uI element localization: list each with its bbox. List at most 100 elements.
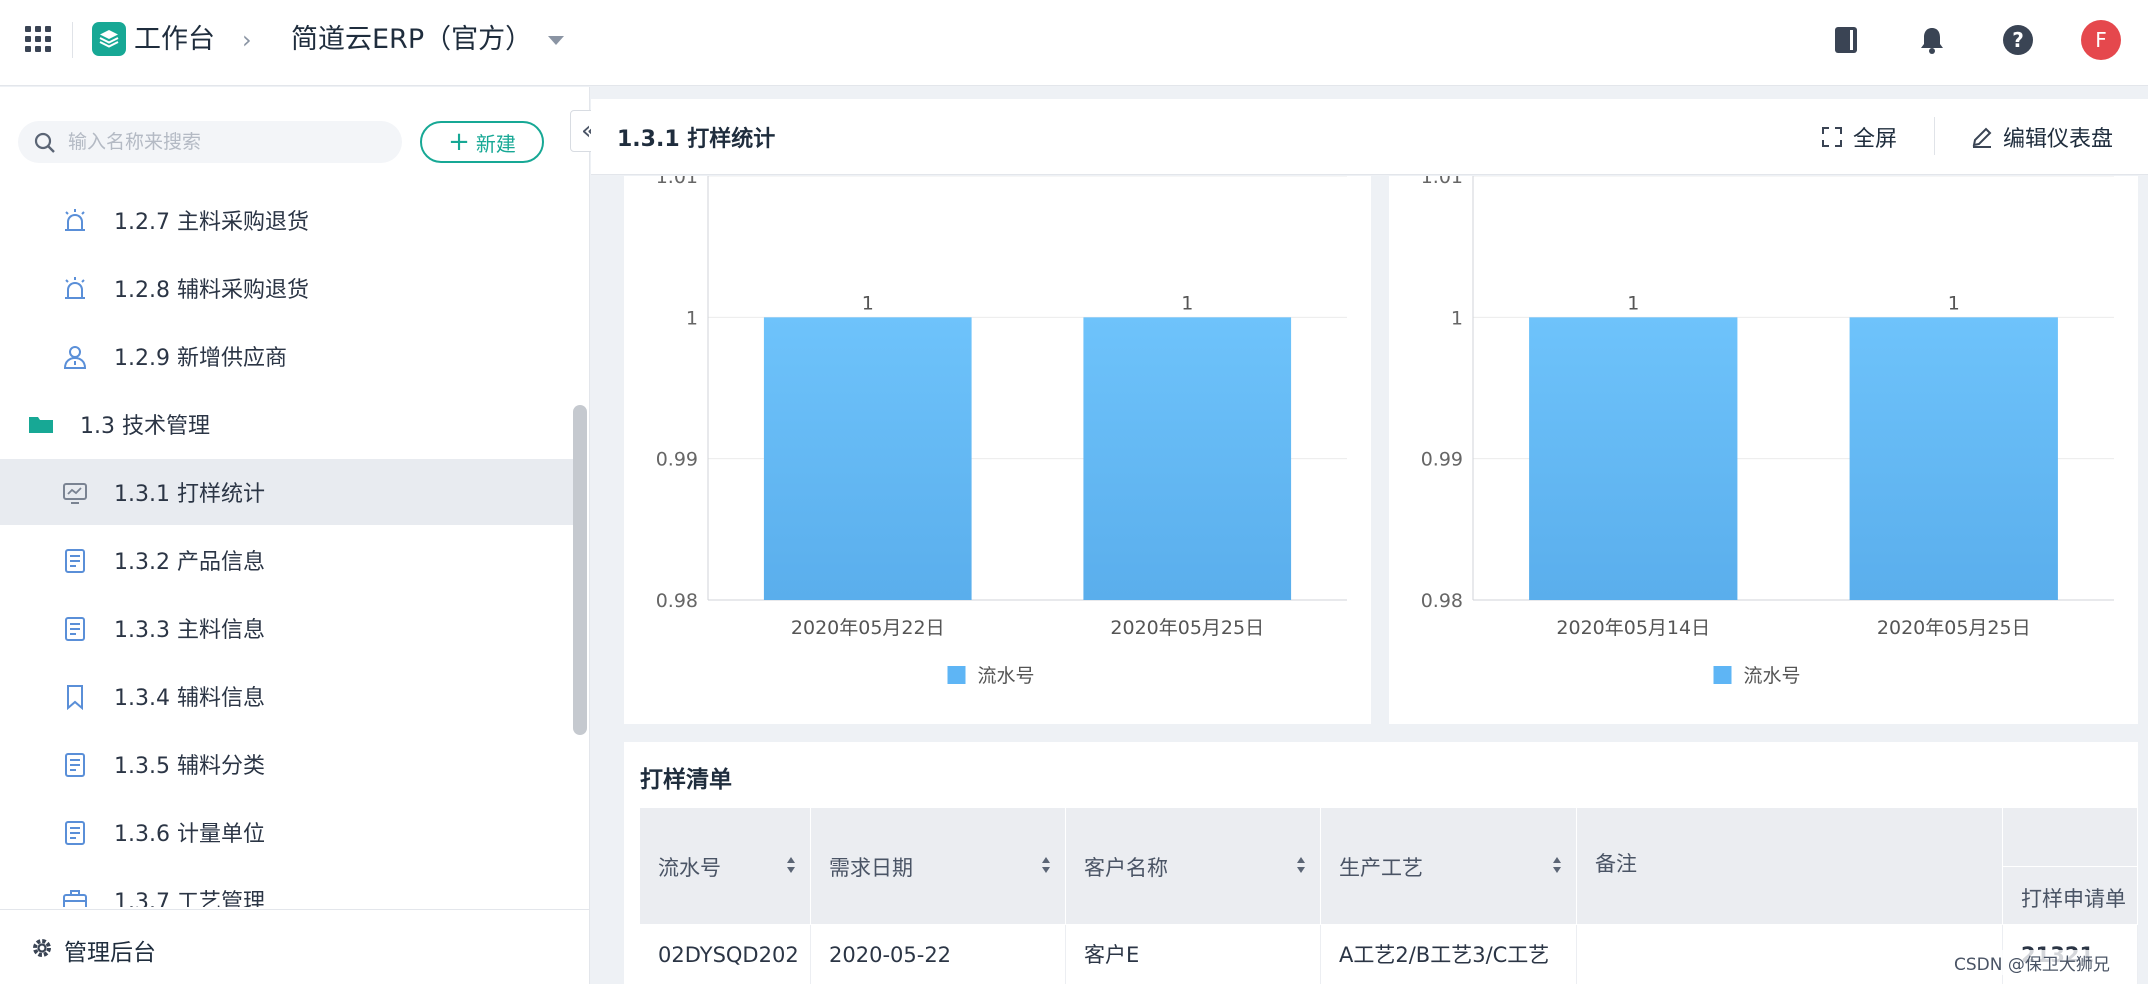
table-cell[interactable]: A工艺2/B工艺3/C工艺 — [1321, 925, 1577, 984]
user-avatar[interactable]: F — [2081, 20, 2121, 60]
y-tick-label: 1.01 — [656, 176, 698, 188]
table-cell[interactable]: 2020-05-22 — [811, 925, 1066, 984]
bar-chart-1: 0.98 0.99 1 1.01 1 2020年05月22日 1 2020年05月25日流水号 — [656, 176, 1347, 687]
legend-label: 流水号 — [978, 665, 1035, 687]
dashboard-header: 1.3.1 打样统计 全屏 编辑仪表盘 — [591, 99, 2148, 175]
legend-label: 流水号 — [1744, 665, 1801, 687]
sidebar-item-main-material-info[interactable]: 1.3.3 主料信息 — [0, 595, 575, 661]
sidebar-group-label: 1.3 技术管理 — [80, 414, 210, 439]
admin-console-label: 管理后台 — [64, 940, 156, 966]
gear-icon — [33, 939, 51, 957]
sidebar-item-label: 1.3.3 主料信息 — [114, 618, 265, 643]
y-tick-label: 1 — [1451, 307, 1463, 329]
help-icon[interactable]: ? — [1998, 20, 2038, 60]
bar — [763, 317, 972, 600]
top-bar: 工作台 › 简道云ERP（官方） ? F — [0, 0, 2148, 86]
sidebar-item-new-supplier[interactable]: 1.2.9 新增供应商 — [0, 323, 575, 389]
fullscreen-label: 全屏 — [1853, 127, 1898, 152]
app-name[interactable]: 简道云ERP（官方） — [291, 22, 532, 58]
admin-console-link[interactable]: 管理后台 — [0, 909, 589, 984]
form-icon — [65, 617, 85, 641]
svg-text:?: ? — [2012, 28, 2024, 52]
search-input[interactable] — [68, 121, 388, 163]
alarm-icon — [65, 277, 85, 299]
sidebar-item-main-material-return[interactable]: 1.2.7 主料采购退货 — [0, 187, 575, 253]
apps-grid-icon[interactable] — [25, 26, 51, 52]
dashboard-icon — [63, 483, 87, 504]
sort-icon[interactable] — [1552, 856, 1562, 874]
data-label: 1 — [1627, 292, 1639, 314]
legend-swatch — [1713, 666, 1732, 684]
column-header-date[interactable]: 需求日期 — [811, 808, 1066, 924]
sidebar-item-product-info[interactable]: 1.3.2 产品信息 — [0, 527, 575, 593]
y-tick-label: 1.01 — [1421, 176, 1463, 188]
column-header-customer[interactable]: 客户名称 — [1066, 808, 1321, 924]
sidebar-item-label: 1.3.4 辅料信息 — [114, 686, 265, 711]
alarm-icon — [65, 209, 85, 231]
sidebar-search — [18, 121, 402, 163]
data-label: 1 — [862, 292, 874, 314]
notebook-icon[interactable] — [1826, 20, 1866, 60]
y-tick-label: 0.98 — [656, 590, 698, 612]
chart-card-2: 0.98 0.99 1 1.01 1 2020年05月14日 1 2020年05月25日 流水号 — [1389, 176, 2138, 724]
data-label: 1 — [1181, 292, 1193, 314]
column-header-label: 生产工艺 — [1339, 856, 1423, 880]
sidebar-item-label: 1.3.2 产品信息 — [114, 550, 265, 575]
column-header-label: 打样申请单 — [2021, 887, 2126, 911]
legend-swatch — [947, 666, 966, 684]
table-cell[interactable]: 02DYSQD202 — [640, 925, 811, 984]
sort-icon[interactable] — [1041, 856, 1051, 874]
column-header-serial[interactable]: 流水号 — [640, 808, 811, 924]
breadcrumb-chevron-icon: › — [242, 26, 252, 54]
y-tick-label: 0.99 — [656, 449, 698, 471]
search-icon — [34, 132, 55, 153]
sidebar-item-aux-material-category[interactable]: 1.3.5 辅料分类 — [0, 731, 575, 797]
sort-icon[interactable] — [1296, 856, 1306, 874]
watermark: CSDN @保卫大狮兄 — [1950, 950, 2114, 975]
briefcase-icon — [63, 890, 87, 907]
sidebar-item-label: 1.3.6 计量单位 — [114, 822, 265, 847]
sidebar-item-label: 1.2.8 辅料采购退货 — [114, 278, 309, 303]
topbar-divider — [72, 22, 73, 58]
column-header-label: 流水号 — [658, 856, 721, 880]
sidebar-item-label: 1.3.1 打样统计 — [114, 482, 265, 507]
x-tick-label: 2020年05月14日 — [1556, 617, 1710, 639]
edit-dashboard-label: 编辑仪表盘 — [2003, 127, 2114, 152]
sidebar: + 新建 1.2.7 主料采购退货 1.2.8 辅料采购退货 1.2.9 新增供… — [0, 87, 590, 984]
column-header-process[interactable]: 生产工艺 — [1321, 808, 1577, 924]
bell-icon[interactable] — [1912, 20, 1952, 60]
column-header-label: 备注 — [1595, 852, 1637, 876]
sidebar-scrollbar[interactable] — [573, 405, 587, 735]
workspace-title[interactable]: 工作台 — [134, 22, 215, 58]
app-switch-caret-icon[interactable] — [548, 36, 564, 45]
chart-card-1: 0.98 0.99 1 1.01 1 2020年05月22日 1 2020年05月25日 流水号 — [624, 176, 1371, 724]
column-group-header — [2003, 808, 2138, 866]
plus-icon: + — [448, 127, 470, 157]
bar-chart-2: 0.98 0.99 1 1.01 1 2020年05月14日 1 2020年05月25日流水号 — [1421, 176, 2114, 687]
sidebar-item-sample-stats[interactable]: 1.3.1 打样统计 — [0, 459, 575, 525]
new-button-label: 新建 — [475, 131, 516, 156]
edit-dashboard-button[interactable]: 编辑仪表盘 — [1971, 117, 2113, 157]
sidebar-item-unit[interactable]: 1.3.6 计量单位 — [0, 799, 575, 865]
table-cell[interactable]: 客户E — [1066, 925, 1321, 984]
form-icon — [65, 753, 85, 777]
fullscreen-button[interactable]: 全屏 — [1821, 117, 1897, 157]
sidebar-group-tech-management[interactable]: 1.3 技术管理 — [0, 391, 575, 457]
sidebar-item-aux-material-return[interactable]: 1.2.8 辅料采购退货 — [0, 255, 575, 321]
new-button[interactable]: + 新建 — [420, 121, 544, 163]
sample-list-table: 流水号 需求日期 客户名称 生产工艺 备注 打样申请单 02DYSQD202 2… — [640, 808, 2138, 984]
workspace-logo-icon[interactable] — [92, 22, 126, 56]
folder-icon — [29, 417, 53, 433]
sidebar-item-aux-material-info[interactable]: 1.3.4 辅料信息 — [0, 663, 575, 729]
sidebar-item-process-management[interactable]: 1.3.7 工艺管理 — [0, 867, 575, 907]
bookmark-icon — [67, 685, 83, 710]
sidebar-item-label: 1.3.5 辅料分类 — [114, 754, 265, 779]
form-icon — [65, 549, 85, 573]
sidebar-item-label: 1.2.9 新增供应商 — [114, 346, 287, 371]
column-header-remark[interactable]: 备注 — [1577, 808, 2003, 924]
column-header-label: 需求日期 — [829, 856, 913, 880]
table-cell[interactable] — [1577, 925, 2003, 984]
column-header-sample-request[interactable]: 打样申请单 — [2003, 866, 2138, 924]
sort-icon[interactable] — [786, 856, 796, 874]
y-tick-label: 0.99 — [1421, 449, 1463, 471]
